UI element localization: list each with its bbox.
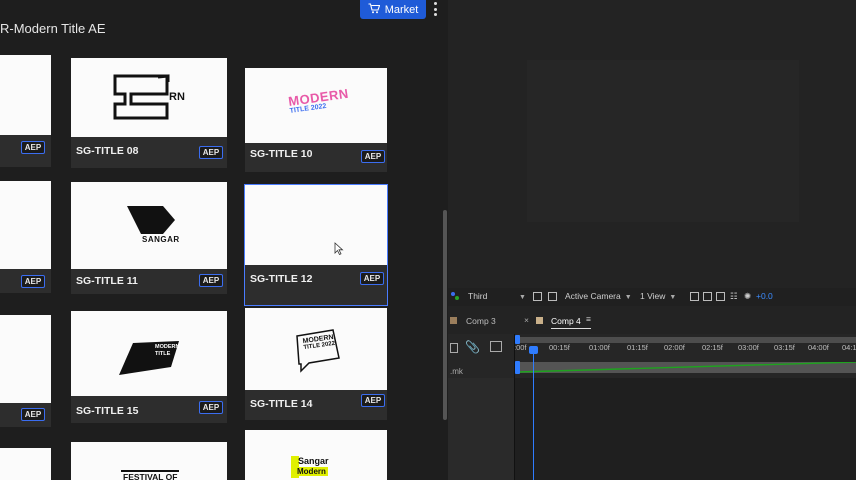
- market-label: Market: [384, 3, 419, 16]
- layer-panel[interactable]: [448, 378, 514, 480]
- time-tick: 04:00f: [808, 343, 829, 352]
- comp-flowchart-icon[interactable]: [716, 292, 725, 301]
- fast-previews-icon[interactable]: [690, 292, 699, 301]
- region-of-interest-icon[interactable]: [533, 292, 542, 301]
- card-thumbnail: MODERN TITLE: [71, 311, 227, 396]
- template-card[interactable]: Sangar Modern: [245, 430, 387, 480]
- thumb-text: RN: [169, 91, 185, 103]
- chevron-down-icon[interactable]: ▼: [515, 291, 526, 301]
- aep-badge: AEP: [199, 146, 223, 159]
- card-thumbnail: [0, 55, 51, 135]
- attach-icon[interactable]: 📎: [465, 340, 480, 354]
- comp-mini-flowchart-icon[interactable]: [450, 343, 458, 353]
- time-tick: :00f: [514, 343, 527, 352]
- card-caption: SG-TITLE 10: [250, 148, 313, 160]
- aep-badge: AEP: [361, 150, 385, 163]
- tab-comp-4[interactable]: Comp 4: [551, 316, 581, 326]
- time-tick: 01:00f: [589, 343, 610, 352]
- card-thumbnail: [0, 315, 51, 403]
- template-card[interactable]: AEP: [0, 55, 51, 167]
- template-card[interactable]: AEP: [0, 315, 51, 427]
- active-tab-indicator: [551, 328, 591, 329]
- comp-icon: [536, 317, 543, 324]
- graph-editor-icon[interactable]: [490, 341, 502, 352]
- composition-frame[interactable]: [527, 60, 799, 222]
- comp-icon: [450, 317, 457, 324]
- card-caption: SG-TITLE 11: [76, 275, 138, 287]
- template-card[interactable]: AEP: [0, 181, 51, 293]
- chevron-down-icon: ▼: [624, 294, 632, 301]
- card-thumbnail: Sangar Modern: [245, 430, 387, 480]
- aep-badge: AEP: [361, 394, 385, 407]
- market-button[interactable]: Market: [360, 0, 426, 19]
- menu-icon[interactable]: ≡: [586, 314, 591, 324]
- aep-badge: AEP: [21, 408, 45, 421]
- views-select[interactable]: 1 View ▼: [640, 291, 676, 301]
- time-tick: 02:15f: [702, 343, 723, 352]
- card-caption: SG-TITLE 15: [76, 405, 139, 417]
- transparency-grid-icon[interactable]: [548, 292, 557, 301]
- layer-in-point-handle[interactable]: [515, 361, 520, 374]
- reset-exposure-icon[interactable]: ✺: [744, 291, 751, 302]
- camera-select[interactable]: Active Camera ▼: [565, 291, 632, 301]
- layer-in-out-line: [518, 362, 856, 373]
- template-card[interactable]: [0, 448, 51, 480]
- panel-divider[interactable]: [514, 334, 515, 480]
- card-thumbnail: MODERN TITLE 2022: [245, 68, 387, 143]
- more-options-icon[interactable]: [431, 2, 439, 16]
- thumb-text: Modern: [295, 467, 328, 476]
- card-caption: SG-TITLE 08: [76, 145, 139, 157]
- template-card[interactable]: SANGAR SG-TITLE 11 AEP: [71, 182, 227, 294]
- viewer-toolbar: Third ▼ Active Camera ▼ 1 View ▼ ☷ ✺ +0.0: [448, 288, 856, 306]
- template-card[interactable]: FESTIVAL OF: [71, 442, 227, 480]
- thumb-text: SANGAR: [142, 235, 180, 244]
- view-options-icon[interactable]: [450, 291, 460, 301]
- time-tick: 00:15f: [549, 343, 570, 352]
- exposure-value[interactable]: +0.0: [756, 291, 773, 301]
- time-tick: 03:00f: [738, 343, 759, 352]
- time-tick: 02:00f: [664, 343, 685, 352]
- aep-badge: AEP: [21, 141, 45, 154]
- thumb-text: Sangar: [298, 456, 329, 466]
- playhead-line[interactable]: [533, 348, 534, 480]
- mouse-cursor-icon: [334, 242, 344, 256]
- template-card[interactable]: RN SG-TITLE 08 AEP: [71, 58, 227, 168]
- card-caption: SG-TITLE 14: [250, 398, 313, 410]
- template-card[interactable]: MODERN TITLE SG-TITLE 15 AEP: [71, 311, 227, 423]
- close-icon[interactable]: ×: [524, 315, 529, 325]
- aep-badge: AEP: [199, 401, 223, 414]
- template-card[interactable]: MODERN TITLE 2022 SG-TITLE 14 AEP: [245, 308, 387, 420]
- time-tick: 03:15f: [774, 343, 795, 352]
- time-tick: 01:15f: [627, 343, 648, 352]
- card-thumbnail: FESTIVAL OF: [71, 442, 227, 480]
- aep-badge: AEP: [21, 275, 45, 288]
- time-tick: 04:15: [842, 343, 856, 352]
- aep-badge: AEP: [360, 272, 384, 285]
- panel-title: R-Modern Title AE: [0, 21, 106, 36]
- template-panel: R-Modern Title AE Market AEP RN SG-TITLE…: [0, 0, 448, 480]
- thumb-text: MODERN TITLE: [155, 344, 180, 357]
- template-card[interactable]: MODERN TITLE 2022 SG-TITLE 10 AEP: [245, 68, 387, 172]
- flowchart-icon[interactable]: ☷: [730, 291, 738, 302]
- aep-badge: AEP: [199, 274, 223, 287]
- timeline-toggle-icon[interactable]: [703, 292, 712, 301]
- cart-icon: [368, 2, 380, 17]
- scrollbar-thumb[interactable]: [443, 210, 447, 420]
- timeline-tabs: Comp 3 × Comp 4 ≡: [448, 312, 856, 330]
- resolution-select[interactable]: Third: [468, 291, 487, 301]
- card-thumbnail: RN: [71, 58, 227, 137]
- layer-label: .mk: [450, 367, 463, 376]
- template-card-selected[interactable]: SG-TITLE 12 AEP: [244, 184, 388, 306]
- card-thumbnail: [0, 181, 51, 269]
- thumb-text: FESTIVAL OF: [121, 470, 180, 480]
- tab-comp-3[interactable]: Comp 3: [466, 316, 496, 326]
- card-thumbnail: MODERN TITLE 2022: [245, 308, 387, 390]
- card-thumbnail: [245, 185, 387, 265]
- card-caption: SG-TITLE 12: [250, 273, 313, 285]
- card-thumbnail: SANGAR: [71, 182, 227, 269]
- chevron-down-icon: ▼: [669, 294, 677, 301]
- card-thumbnail: [0, 448, 51, 480]
